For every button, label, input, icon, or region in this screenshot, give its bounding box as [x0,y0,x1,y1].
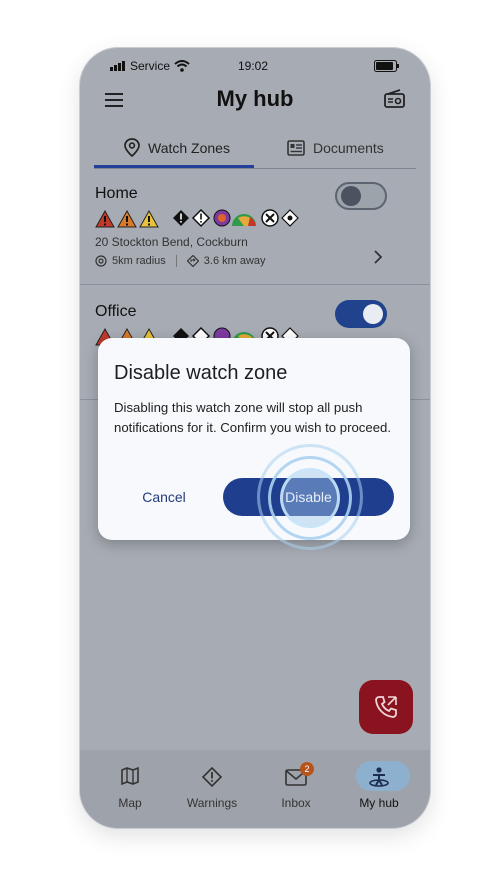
map-icon [121,766,139,786]
zone-home-address: 20 Stockton Bend, Cockburn [95,235,248,249]
tab-watch-zones-label: Watch Zones [148,140,230,156]
dialog-body: Disabling this watch zone will stop all … [114,400,392,435]
zone-office-title: Office [95,303,137,320]
emergency-call-button[interactable] [359,680,413,734]
nav-warnings-label: Warnings [186,796,238,810]
tab-documents[interactable]: Documents [287,132,384,164]
zone-home-radius: 5km radius [112,255,166,267]
tab-divider [94,168,416,169]
zone-home-hazards [95,209,312,229]
nav-my-hub-label: My hub [359,796,399,810]
tab-bar: Watch Zones Documents [94,132,416,169]
card-divider [80,284,430,285]
meta-divider [175,255,177,267]
nav-map[interactable]: Map [90,750,170,828]
document-icon [287,140,305,156]
zone-office-toggle[interactable] [335,300,387,328]
radio-icon[interactable] [384,89,406,109]
carrier-group: Service [110,59,190,73]
status-bar: Service 19:02 [80,57,430,77]
dialog-title: Disable watch zone [114,362,288,384]
chevron-right-icon[interactable] [373,250,383,264]
battery-icon [374,60,399,72]
clock: 19:02 [238,59,269,73]
location-pin-icon [124,138,140,158]
tab-documents-label: Documents [313,140,384,156]
nav-inbox[interactable]: 2 Inbox [256,750,336,828]
page-title: My hub [216,86,294,111]
nav-my-hub[interactable]: My hub [339,750,419,828]
inbox-badge: 2 [300,762,314,776]
carrier-label: Service [130,59,171,73]
warning-icon [201,766,223,788]
toggle-knob [363,304,383,324]
disable-button[interactable]: Disable [223,444,394,550]
tab-indicator [94,165,254,168]
wifi-icon [174,60,190,72]
hazard-symbols-icon [173,209,299,228]
signal-icon [110,61,125,71]
nav-warnings[interactable]: Warnings [172,750,252,828]
directions-icon [186,255,199,267]
disable-dialog: Disable watch zone Disabling this watch … [98,338,410,550]
zone-home-meta: 5km radius 3.6 km away [95,255,266,267]
hub-icon [369,767,389,787]
bottom-nav: Map Warnings 2 Inbox My hub [80,750,430,828]
phone-call-icon [375,696,397,718]
nav-inbox-label: Inbox [281,796,311,810]
tab-watch-zones[interactable]: Watch Zones [124,132,230,164]
disable-button-label: Disable [285,489,332,505]
hazard-triangles-icon [95,210,159,228]
nav-map-label: Map [118,796,142,810]
zone-home-title: Home [95,185,138,202]
zone-home-toggle[interactable] [335,182,387,210]
zone-home-distance: 3.6 km away [203,255,266,267]
phone-screen: Service 19:02 My hub Watch Zones Documen… [80,48,430,828]
radius-icon [95,255,107,267]
toggle-knob [341,186,361,206]
cancel-button[interactable]: Cancel [136,478,192,516]
